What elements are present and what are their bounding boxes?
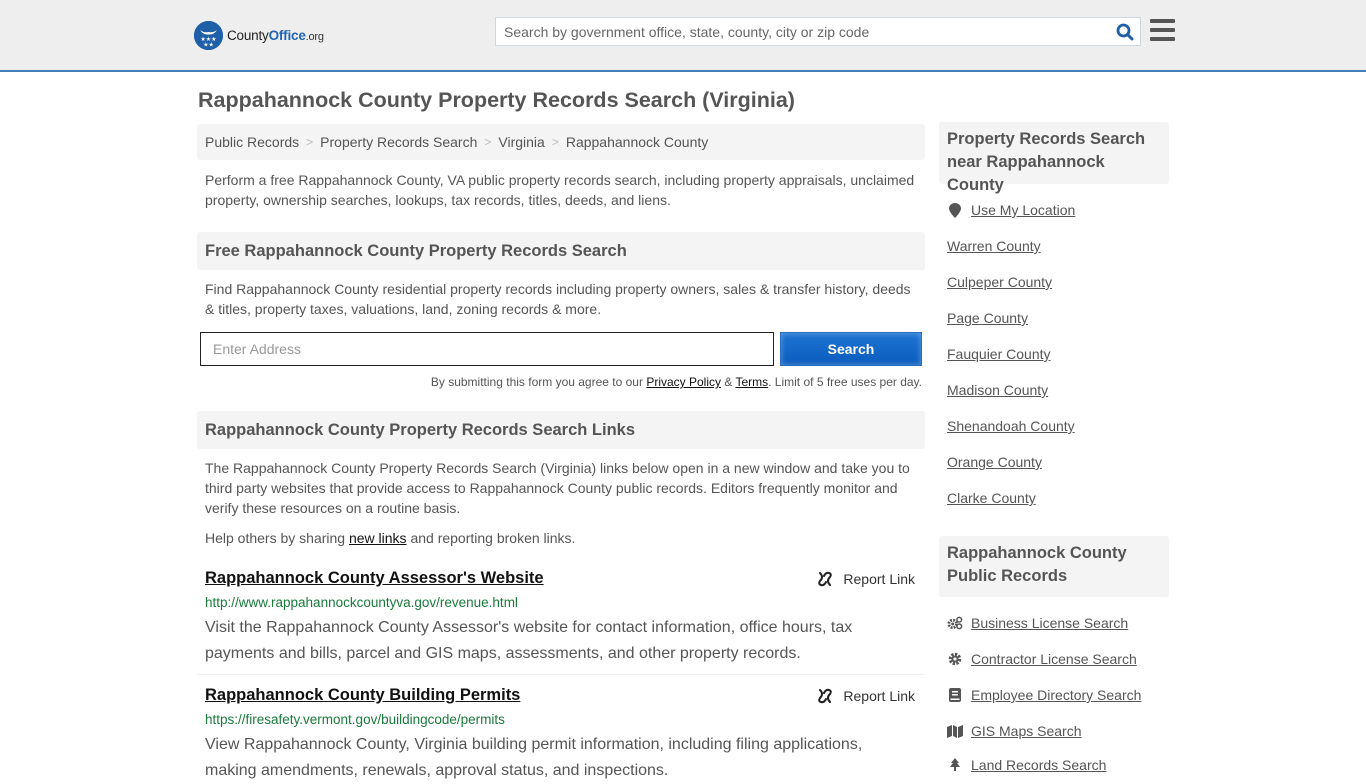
link-url[interactable]: http://www.rappahannockcountyva.gov/reve… — [205, 595, 518, 610]
use-my-location-label: Use My Location — [971, 202, 1076, 218]
gears-icon — [947, 615, 963, 631]
public-record-label: Business License Search — [971, 615, 1129, 631]
address-input[interactable] — [200, 332, 774, 366]
report-link-button[interactable]: Report Link — [817, 688, 915, 704]
link-title[interactable]: Rappahannock County Building Permits — [205, 686, 520, 705]
nearby-county-link[interactable]: Shenandoah County — [947, 418, 1075, 434]
terms-link[interactable]: Terms — [735, 375, 768, 389]
svg-text:★★: ★★ — [203, 41, 214, 48]
privacy-policy-link[interactable]: Privacy Policy — [646, 375, 721, 389]
form-disclaimer: By submitting this form you agree to our… — [205, 375, 922, 389]
free-search-heading: Free Rappahannock County Property Record… — [197, 232, 925, 270]
menu-bar — [1150, 37, 1175, 41]
logo-org: .org — [305, 30, 324, 43]
public-record-label: Employee Directory Search — [971, 687, 1142, 703]
public-record-link[interactable]: Employee Directory Search — [947, 687, 1141, 703]
public-record-link[interactable]: Business License Search — [947, 615, 1128, 631]
disclaimer-limit: . Limit of 5 free uses per day. — [768, 375, 922, 389]
link-divider — [197, 674, 925, 675]
nearby-county-link[interactable]: Page County — [947, 310, 1028, 326]
public-record-link[interactable]: GIS Maps Search — [947, 723, 1082, 739]
public-record-link[interactable]: Contractor License Search — [947, 651, 1137, 667]
help-post: and reporting broken links. — [406, 530, 576, 546]
public-records-heading: Rappahannock County Public Records — [939, 536, 1169, 597]
logo-text: CountyOffice.org — [227, 28, 324, 43]
link-title[interactable]: Rappahannock County Assessor's Website — [205, 569, 544, 588]
public-record-label: GIS Maps Search — [971, 723, 1082, 739]
breadcrumb-public-records[interactable]: Public Records — [205, 134, 299, 150]
nearby-county-link[interactable]: Clarke County — [947, 490, 1036, 506]
site-search — [495, 17, 1141, 46]
broken-link-icon — [818, 571, 833, 587]
site-logo[interactable]: ★★★ ★★ CountyOffice.org — [194, 20, 324, 50]
use-my-location-link[interactable]: Use My Location — [947, 202, 1075, 218]
breadcrumb-current: Rappahannock County — [565, 134, 709, 150]
eagle-logo-icon: ★★★ ★★ — [194, 20, 223, 50]
page-title: Rappahannock County Property Records Sea… — [198, 88, 795, 112]
nearby-county-link[interactable]: Orange County — [947, 454, 1042, 470]
address-search-button[interactable]: Search — [780, 332, 922, 366]
nearby-county-link[interactable]: Fauquier County — [947, 346, 1051, 362]
book-icon — [947, 687, 963, 703]
free-search-description: Find Rappahannock County residential pro… — [205, 281, 911, 317]
menu-bar — [1150, 28, 1175, 32]
breadcrumb-separator: > — [484, 135, 492, 149]
top-header: ★★★ ★★ CountyOffice.org — [0, 0, 1366, 72]
report-link-label: Report Link — [843, 571, 915, 587]
logo-office: Office — [268, 27, 306, 43]
intro-text: Perform a free Rappahannock County, VA p… — [205, 172, 915, 208]
tree-icon — [947, 757, 963, 773]
site-search-input[interactable] — [496, 18, 1110, 45]
broken-link-icon — [818, 688, 833, 704]
link-url[interactable]: https://firesafety.vermont.gov/buildingc… — [205, 712, 505, 727]
link-description: View Rappahannock County, Virginia build… — [205, 736, 863, 779]
new-links-link[interactable]: new links — [349, 530, 407, 546]
search-icon[interactable] — [1110, 18, 1140, 45]
public-record-link[interactable]: Land Records Search — [947, 757, 1106, 773]
nearby-county-link[interactable]: Warren County — [947, 238, 1041, 254]
menu-bar — [1150, 19, 1175, 23]
breadcrumb-property-records-search[interactable]: Property Records Search — [320, 134, 477, 150]
map-pin-icon — [947, 202, 963, 218]
breadcrumb: Public Records > Property Records Search… — [197, 124, 925, 160]
map-icon — [947, 723, 963, 739]
breadcrumb-virginia[interactable]: Virginia — [498, 134, 544, 150]
disclaimer-amp: & — [721, 375, 736, 389]
breadcrumb-separator: > — [306, 135, 314, 149]
public-record-label: Contractor License Search — [971, 651, 1137, 667]
report-link-label: Report Link — [843, 688, 915, 704]
gear-icon — [947, 651, 963, 667]
hamburger-menu-icon[interactable] — [1150, 19, 1175, 41]
links-section-description: The Rappahannock County Property Records… — [205, 460, 910, 516]
nearby-county-link[interactable]: Madison County — [947, 382, 1048, 398]
nearby-heading: Property Records Search near Rappahannoc… — [939, 122, 1169, 194]
breadcrumb-separator: > — [551, 135, 559, 149]
report-link-button[interactable]: Report Link — [817, 571, 915, 587]
help-pre: Help others by sharing — [205, 530, 349, 546]
public-record-label: Land Records Search — [971, 757, 1107, 773]
links-section-heading: Rappahannock County Property Records Sea… — [197, 411, 925, 449]
nearby-county-link[interactable]: Culpeper County — [947, 274, 1052, 290]
help-text: Help others by sharing new links and rep… — [205, 530, 575, 546]
logo-county: County — [227, 27, 269, 43]
disclaimer-text: By submitting this form you agree to our — [430, 375, 647, 389]
link-description: Visit the Rappahannock County Assessor's… — [205, 619, 853, 662]
